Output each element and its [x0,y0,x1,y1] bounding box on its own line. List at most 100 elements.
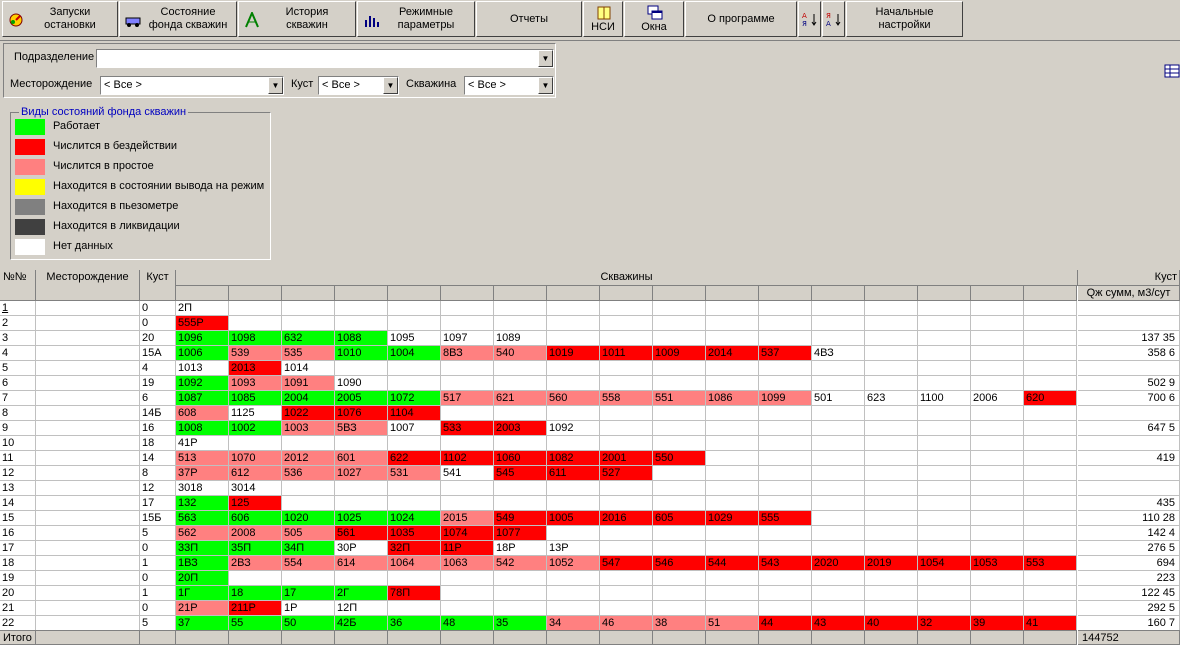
well-cell[interactable]: 37Р [176,466,229,481]
well-cell[interactable]: 1087 [176,391,229,406]
well-cell[interactable]: 36 [388,616,441,631]
well-cell[interactable]: 34П [282,541,335,556]
chevron-down-icon[interactable]: ▼ [268,77,283,94]
well-cell[interactable]: 505 [282,526,335,541]
well-cell[interactable]: 41Р [176,436,229,451]
well-cell[interactable]: 550 [653,451,706,466]
well-cell[interactable]: 2013 [229,361,282,376]
well-cell[interactable]: 536 [282,466,335,481]
well-cell[interactable]: 37 [176,616,229,631]
well-cell[interactable]: 2016 [600,511,653,526]
well-cell[interactable]: 18Р [494,541,547,556]
well-cell[interactable]: 560 [547,391,600,406]
well-cell[interactable]: 554 [282,556,335,571]
chevron-down-icon[interactable]: ▼ [538,50,553,67]
mode-params-button[interactable]: Режимные параметры [357,1,475,37]
well-cell[interactable]: 1035 [388,526,441,541]
well-cell[interactable]: 2005 [335,391,388,406]
sort-asc-button[interactable]: АЯ [798,1,821,37]
history-button[interactable]: История скважин [238,1,356,37]
well-cell[interactable]: 1008 [176,421,229,436]
well-cell[interactable]: 551 [653,391,706,406]
well-cell[interactable]: 32П [388,541,441,556]
about-button[interactable]: О программе [685,1,797,37]
well-cell[interactable]: 621 [494,391,547,406]
well-cell[interactable]: 1013 [176,361,229,376]
well-cell[interactable]: 1095 [388,331,441,346]
well-cell[interactable]: 612 [229,466,282,481]
well-cell[interactable]: 561 [335,526,388,541]
well-cell[interactable]: 32 [918,616,971,631]
sort-desc-button[interactable]: ЯА [822,1,845,37]
well-cell[interactable]: 2Г [335,586,388,601]
well-cell[interactable]: 1091 [282,376,335,391]
well-cell[interactable]: 1Г [176,586,229,601]
well-cell[interactable]: 1100 [918,391,971,406]
well-cell[interactable]: 611 [547,466,600,481]
well-cell[interactable]: 2020 [812,556,865,571]
well-cell[interactable]: 21Р [176,601,229,616]
well-cell[interactable]: 38 [653,616,706,631]
well-cell[interactable]: 12П [335,601,388,616]
well-cell[interactable]: 2006 [971,391,1024,406]
chevron-down-icon[interactable]: ▼ [383,77,398,94]
well-cell[interactable]: 517 [441,391,494,406]
well-cell[interactable]: 17 [282,586,335,601]
well-cell[interactable]: 2П [176,301,229,316]
well-cell[interactable]: 549 [494,511,547,526]
well-cell[interactable]: 1088 [335,331,388,346]
reports-button[interactable]: Отчеты [476,1,582,37]
well-cell[interactable]: 1006 [176,346,229,361]
well-cell[interactable]: 622 [388,451,441,466]
well-cell[interactable]: 527 [600,466,653,481]
well-cell[interactable]: 563 [176,511,229,526]
well-cell[interactable]: 1025 [335,511,388,526]
wells-grid[interactable]: №№ Месторождение Куст Скважины Куст Qж сумм, … [0,270,1180,645]
well-cell[interactable]: 540 [494,346,547,361]
well-cell[interactable]: 39 [971,616,1024,631]
well-cell[interactable]: 78П [388,586,441,601]
well-cell[interactable]: 1099 [759,391,812,406]
well-cell[interactable]: 542 [494,556,547,571]
well-cell[interactable]: 1019 [547,346,600,361]
export-table-icon[interactable] [1164,62,1180,80]
well-cell[interactable]: 3018 [176,481,229,496]
starts-stops-button[interactable]: Запуски остановки [2,1,118,37]
well-cell[interactable]: 1104 [388,406,441,421]
well-cell[interactable]: 543 [759,556,812,571]
field-combo[interactable]: < Все > ▼ [100,76,284,95]
well-cell[interactable]: 8ВЗ [441,346,494,361]
well-cell[interactable]: 2008 [229,526,282,541]
well-cell[interactable]: 533 [441,421,494,436]
well-cell[interactable]: 1014 [282,361,335,376]
well-cell[interactable]: 513 [176,451,229,466]
well-cell[interactable]: 1102 [441,451,494,466]
well-cell[interactable]: 1092 [176,376,229,391]
well-cell[interactable]: 34 [547,616,600,631]
well-cell[interactable]: 1085 [229,391,282,406]
well-cell[interactable]: 1092 [547,421,600,436]
well-cell[interactable]: 13Р [547,541,600,556]
well-cell[interactable]: 1004 [388,346,441,361]
well-cell[interactable]: 41 [1024,616,1077,631]
well-cell[interactable]: 1077 [494,526,547,541]
well-cell[interactable]: 211Р [229,601,282,616]
well-cell[interactable]: 1070 [229,451,282,466]
well-cell[interactable]: 1053 [971,556,1024,571]
well-cell[interactable]: 132 [176,496,229,511]
well-combo[interactable]: < Все > ▼ [464,76,554,95]
well-cell[interactable]: 18 [229,586,282,601]
well-cell[interactable]: 555Р [176,316,229,331]
well-cell[interactable]: 48 [441,616,494,631]
well-cell[interactable]: 555 [759,511,812,526]
well-cell[interactable]: 501 [812,391,865,406]
well-cell[interactable]: 1060 [494,451,547,466]
well-cell[interactable]: 4ВЗ [812,346,865,361]
well-cell[interactable]: 632 [282,331,335,346]
well-cell[interactable]: 125 [229,496,282,511]
initial-settings-button[interactable]: Начальные настройки [846,1,963,37]
well-cell[interactable]: 1Р [282,601,335,616]
well-cell[interactable]: 1ВЗ [176,556,229,571]
cluster-combo[interactable]: < Все > ▼ [318,76,399,95]
well-cell[interactable]: 1029 [706,511,759,526]
